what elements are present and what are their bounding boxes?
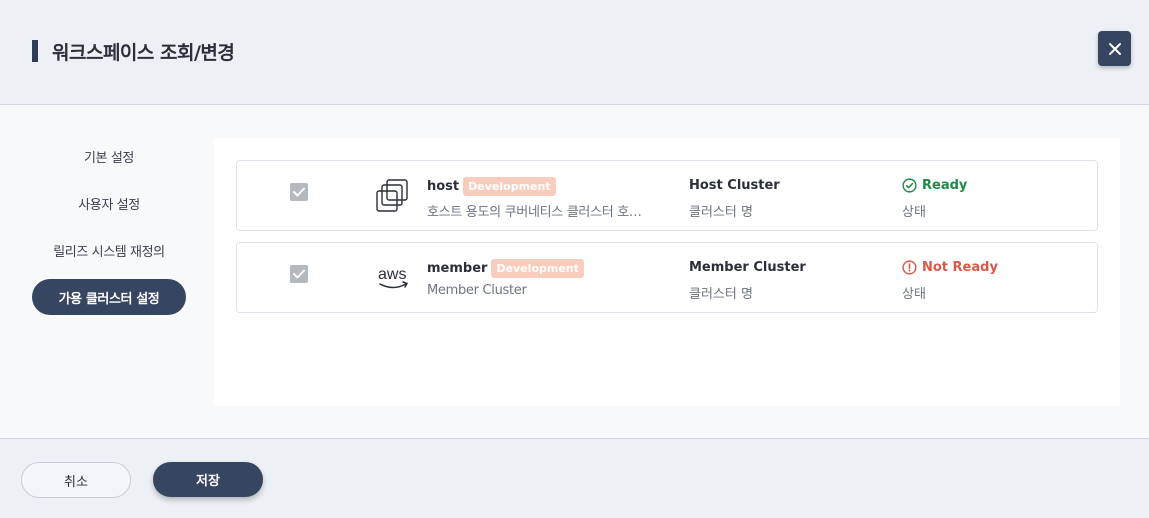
sidebar-item-basic-settings[interactable]: 기본 설정 (32, 138, 186, 174)
sidebar-item-user-settings[interactable]: 사용자 설정 (32, 185, 186, 221)
cluster-name: host Development (427, 177, 556, 196)
status-label: 상태 (902, 205, 926, 220)
status-label: 상태 (902, 287, 926, 302)
checkmark-icon (293, 187, 305, 197)
cluster-checkbox[interactable] (290, 183, 308, 201)
cluster-id: host (427, 179, 460, 194)
checkmark-icon (293, 269, 305, 279)
cluster-name-label: 클러스터 명 (689, 287, 753, 302)
status-badge: Not Ready (902, 260, 998, 275)
title-accent-bar (32, 40, 38, 62)
sidebar-item-release-system-override[interactable]: 릴리즈 시스템 재정의 (32, 232, 186, 268)
sidebar-item-label: 릴리즈 시스템 재정의 (53, 244, 165, 260)
cluster-id: member (427, 261, 488, 276)
cluster-row-member: aws member Development Member Cluster Me… (236, 242, 1098, 313)
cluster-display-name: Host Cluster (689, 178, 780, 193)
cluster-stack-icon (375, 177, 413, 215)
environment-badge: Development (463, 177, 556, 196)
alert-circle-icon (902, 260, 917, 275)
cluster-description: 호스트 용도의 쿠버네티스 클러스터 호… (427, 205, 642, 220)
cluster-name-label: 클러스터 명 (689, 205, 753, 220)
cluster-checkbox[interactable] (290, 265, 308, 283)
close-icon (1108, 42, 1121, 55)
aws-logo-icon: aws (375, 259, 413, 297)
status-text: Ready (922, 178, 968, 193)
environment-badge: Development (491, 259, 584, 278)
dialog-body: 기본 설정 사용자 설정 릴리즈 시스템 재정의 가용 클러스터 설정 host… (0, 106, 1149, 438)
cancel-button[interactable]: 취소 (21, 462, 131, 498)
cluster-description: Member Cluster (427, 283, 527, 298)
cluster-name: member Development (427, 259, 584, 278)
sidebar-item-available-cluster-settings[interactable]: 가용 클러스터 설정 (32, 279, 186, 315)
aws-logo-text: aws (378, 266, 406, 283)
sidebar-item-label: 가용 클러스터 설정 (58, 291, 160, 307)
dialog-header: 워크스페이스 조회/변경 (0, 0, 1149, 105)
cluster-list-panel: host Development 호스트 용도의 쿠버네티스 클러스터 호… H… (214, 138, 1120, 406)
cluster-row-host: host Development 호스트 용도의 쿠버네티스 클러스터 호… H… (236, 160, 1098, 231)
status-text: Not Ready (922, 260, 998, 275)
sidebar-item-label: 사용자 설정 (78, 197, 140, 213)
cluster-display-name: Member Cluster (689, 260, 806, 275)
status-badge: Ready (902, 178, 967, 193)
sidebar-item-label: 기본 설정 (84, 150, 134, 166)
save-button[interactable]: 저장 (153, 462, 263, 497)
dialog-footer: 취소 저장 (0, 438, 1149, 518)
close-button[interactable] (1098, 31, 1131, 66)
check-circle-icon (902, 178, 917, 193)
page-title: 워크스페이스 조회/변경 (52, 42, 235, 64)
